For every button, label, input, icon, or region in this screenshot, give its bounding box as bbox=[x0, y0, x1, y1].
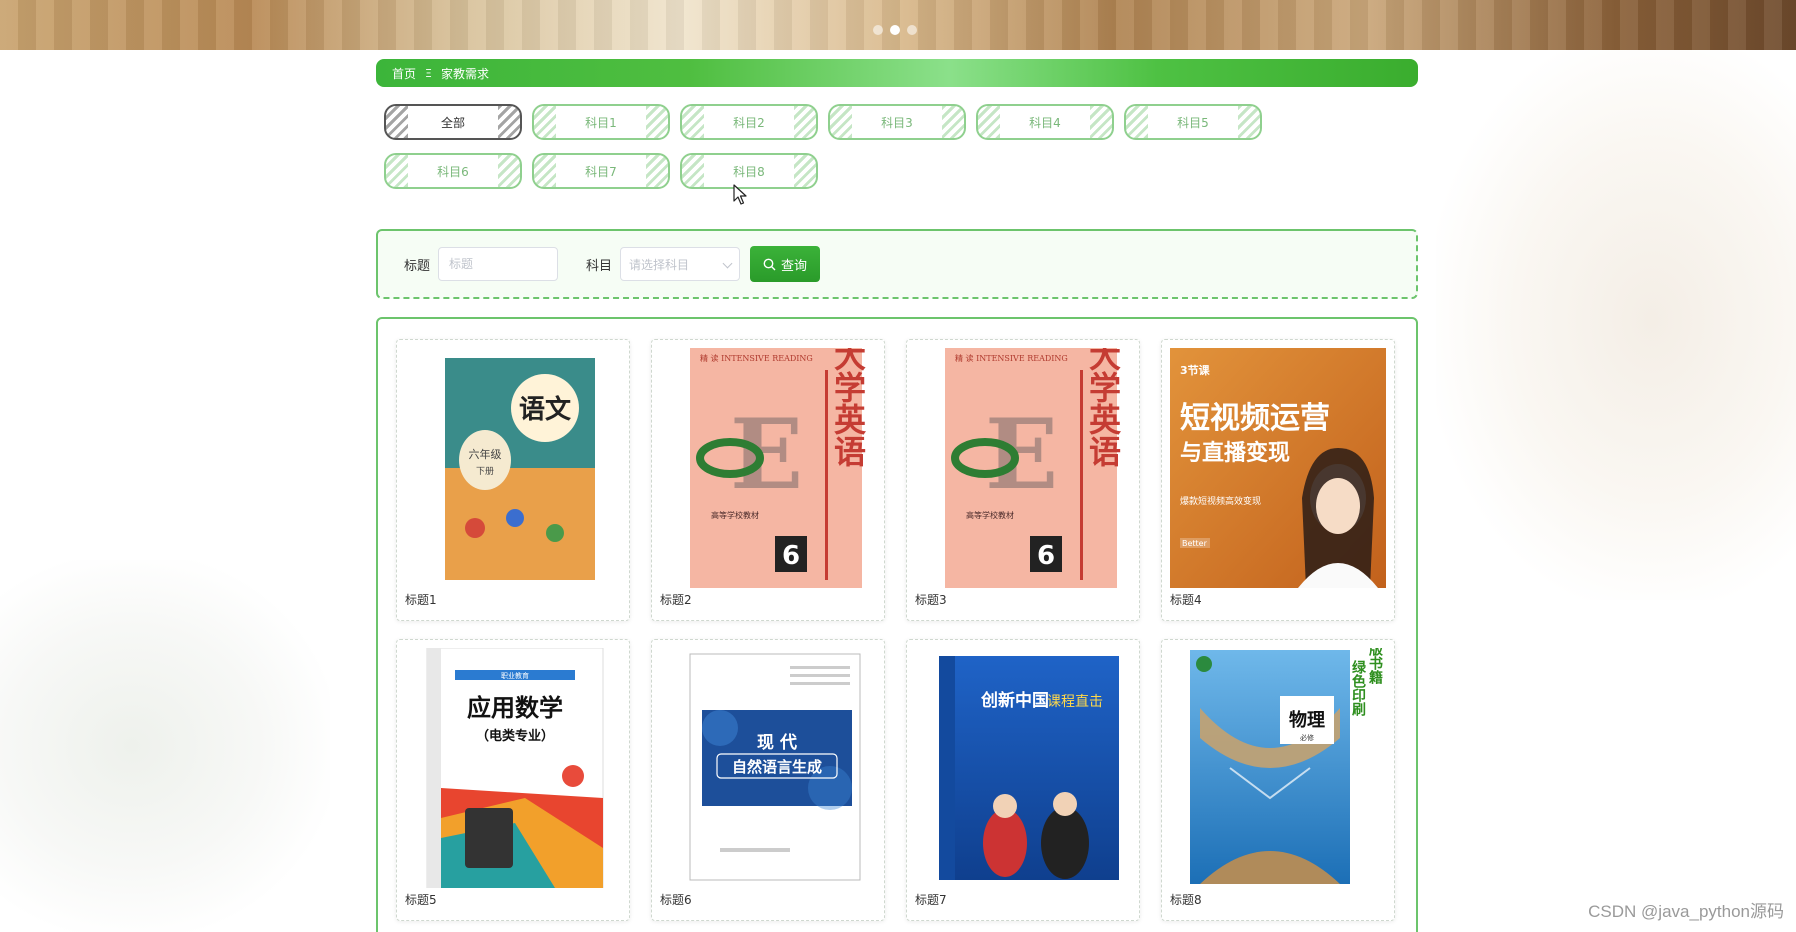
category-subject-6[interactable]: 科目6 bbox=[384, 153, 522, 189]
category-all[interactable]: 全部 bbox=[384, 104, 522, 140]
category-subject-3[interactable]: 科目3 bbox=[828, 104, 966, 140]
mouse-cursor-icon bbox=[733, 184, 747, 205]
svg-text:Better: Better bbox=[1182, 539, 1208, 548]
results-grid: 语文 六年级 下册 标题1 精 读 INTENSIVE READING E 大学… bbox=[376, 317, 1418, 932]
category-subject-5[interactable]: 科目5 bbox=[1124, 104, 1262, 140]
category-subject-2[interactable]: 科目2 bbox=[680, 104, 818, 140]
result-card-1[interactable]: 语文 六年级 下册 标题1 bbox=[396, 339, 630, 621]
search-icon bbox=[763, 258, 776, 270]
svg-text:3节课: 3节课 bbox=[1180, 363, 1211, 377]
watermark: CSDN @java_python源码 bbox=[1588, 902, 1784, 921]
background-decoration-left bbox=[0, 560, 330, 932]
breadcrumb-separator-icon: Ξ bbox=[425, 66, 432, 80]
title-label: 标题 bbox=[404, 258, 431, 274]
svg-text:E: E bbox=[730, 398, 803, 511]
category-subject-4[interactable]: 科目4 bbox=[976, 104, 1114, 140]
svg-text:创新中国: 创新中国 bbox=[980, 690, 1049, 711]
card-title: 标题1 bbox=[405, 593, 437, 607]
category-subject-8[interactable]: 科目8 bbox=[680, 153, 818, 189]
svg-text:高等学校教材: 高等学校教材 bbox=[711, 510, 759, 520]
book-cover-image: 现 代 自然语言生成 bbox=[689, 653, 861, 881]
book-cover-image: 语文 六年级 下册 bbox=[445, 358, 595, 580]
svg-text:六年级: 六年级 bbox=[469, 447, 502, 461]
svg-text:语文: 语文 bbox=[519, 394, 572, 425]
category-subject-7[interactable]: 科目7 bbox=[532, 153, 670, 189]
svg-text:E: E bbox=[985, 398, 1058, 511]
svg-text:大学英语: 大学英语 bbox=[1084, 348, 1122, 467]
svg-text:6: 6 bbox=[1037, 541, 1055, 571]
result-card-3[interactable]: 精 读 INTENSIVE READING E 大学英语 6 高等学校教材 标题… bbox=[906, 339, 1140, 621]
svg-text:大学英语: 大学英语 bbox=[829, 348, 867, 467]
svg-text:课程直击: 课程直击 bbox=[1047, 693, 1103, 710]
result-card-5[interactable]: 职业教育 应用数学 （电类专业） 标题5 bbox=[396, 639, 630, 921]
breadcrumb-current: 家教需求 bbox=[440, 66, 489, 81]
carousel-dot-3[interactable] bbox=[907, 25, 917, 35]
svg-text:精 读 INTENSIVE READING: 精 读 INTENSIVE READING bbox=[955, 353, 1068, 363]
card-title: 标题4 bbox=[1170, 593, 1202, 607]
svg-text:（电类专业）: （电类专业） bbox=[476, 728, 554, 744]
breadcrumb: 首页 Ξ 家教需求 bbox=[376, 59, 1418, 87]
title-input[interactable] bbox=[438, 247, 559, 281]
card-title: 标题7 bbox=[915, 893, 947, 907]
result-card-2[interactable]: 精 读 INTENSIVE READING E 大学英语 6 高等学校教材 标题… bbox=[651, 339, 885, 621]
breadcrumb-home[interactable]: 首页 bbox=[392, 65, 416, 82]
hero-banner bbox=[0, 0, 1796, 50]
subject-label: 科目 bbox=[586, 258, 613, 274]
category-subject-1[interactable]: 科目1 bbox=[532, 104, 670, 140]
svg-text:应用数学: 应用数学 bbox=[467, 694, 563, 722]
result-card-8[interactable]: 物理 必修 正版书籍 绿色印刷 标题8 bbox=[1161, 639, 1395, 921]
card-title: 标题5 bbox=[405, 893, 437, 907]
book-cover-image: 物理 必修 正版书籍 绿色印刷 bbox=[1190, 648, 1383, 884]
svg-text:爆款短视频高效变现: 爆款短视频高效变现 bbox=[1180, 495, 1261, 507]
svg-text:下册: 下册 bbox=[476, 466, 494, 477]
svg-text:职业教育: 职业教育 bbox=[501, 671, 529, 680]
svg-text:必修: 必修 bbox=[1300, 733, 1314, 742]
carousel-dot-2[interactable] bbox=[890, 25, 900, 35]
svg-text:与直播变现: 与直播变现 bbox=[1180, 440, 1290, 466]
svg-text:高等学校教材: 高等学校教材 bbox=[966, 510, 1014, 520]
svg-text:绿色印刷: 绿色印刷 bbox=[1350, 659, 1366, 717]
subject-select[interactable]: 请选择科目 bbox=[620, 247, 741, 281]
carousel-dots bbox=[873, 25, 917, 35]
subject-select-placeholder: 请选择科目 bbox=[629, 257, 690, 272]
query-button-label: 查询 bbox=[781, 257, 808, 273]
book-cover-image: 3节课 短视频运营 与直播变现 爆款短视频高效变现 Better bbox=[1170, 348, 1386, 588]
svg-text:物理: 物理 bbox=[1289, 709, 1325, 731]
card-title: 标题3 bbox=[915, 593, 947, 607]
svg-text:精 读 INTENSIVE READING: 精 读 INTENSIVE READING bbox=[700, 353, 813, 363]
book-cover-image: 创新中国 课程直击 bbox=[939, 656, 1119, 880]
svg-text:自然语言生成: 自然语言生成 bbox=[732, 758, 822, 776]
svg-text:正版书籍: 正版书籍 bbox=[1367, 648, 1383, 685]
card-title: 标题8 bbox=[1170, 893, 1202, 907]
result-card-6[interactable]: 现 代 自然语言生成 标题6 bbox=[651, 639, 885, 921]
svg-text:现 代: 现 代 bbox=[757, 732, 797, 753]
svg-text:6: 6 bbox=[782, 541, 800, 571]
card-title: 标题6 bbox=[660, 893, 692, 907]
book-cover-image: 职业教育 应用数学 （电类专业） bbox=[426, 648, 604, 888]
book-cover-image: 精 读 INTENSIVE READING E 大学英语 6 高等学校教材 bbox=[690, 348, 867, 588]
query-button[interactable]: 查询 bbox=[750, 246, 821, 282]
background-decoration-right bbox=[1436, 40, 1796, 600]
chevron-down-icon bbox=[722, 258, 733, 269]
book-cover-image: 精 读 INTENSIVE READING E 大学英语 6 高等学校教材 bbox=[945, 348, 1122, 588]
search-form: 标题 科目 请选择科目 查询 bbox=[376, 229, 1418, 299]
svg-text:短视频运营: 短视频运营 bbox=[1180, 401, 1330, 436]
result-card-4[interactable]: 3节课 短视频运营 与直播变现 爆款短视频高效变现 Better 标题4 bbox=[1161, 339, 1395, 621]
result-card-7[interactable]: 创新中国 课程直击 标题7 bbox=[906, 639, 1140, 921]
card-title: 标题2 bbox=[660, 593, 692, 607]
carousel-dot-1[interactable] bbox=[873, 25, 883, 35]
